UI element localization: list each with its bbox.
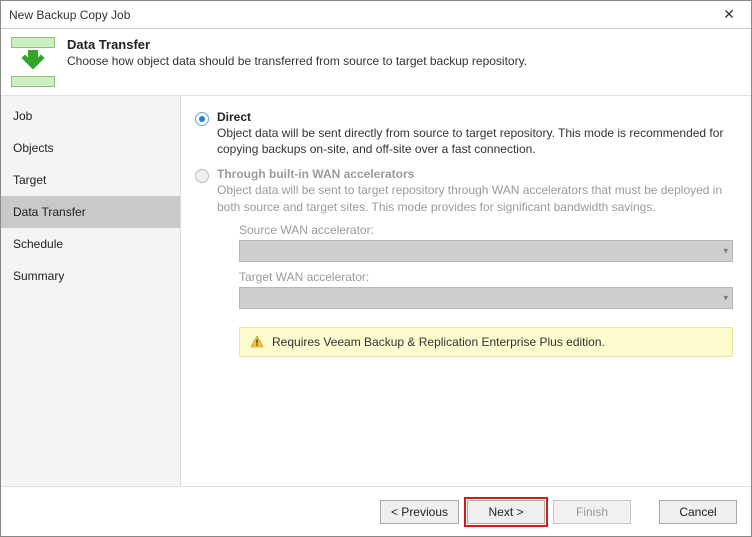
warning-icon	[250, 335, 264, 349]
option-direct[interactable]: Direct Object data will be sent directly…	[195, 110, 733, 157]
chevron-down-icon: ▾	[723, 245, 728, 256]
page-subtitle: Choose how object data should be transfe…	[67, 54, 527, 68]
step-job[interactable]: Job	[1, 100, 180, 132]
next-button[interactable]: Next >	[467, 500, 545, 524]
previous-button[interactable]: < Previous	[380, 500, 459, 524]
warning-text: Requires Veeam Backup & Replication Ente…	[272, 335, 605, 349]
option-direct-title: Direct	[217, 110, 733, 124]
page-title: Data Transfer	[67, 37, 527, 52]
option-wan: Through built-in WAN accelerators Object…	[195, 167, 733, 356]
source-wan-label: Source WAN accelerator:	[239, 223, 733, 237]
wizard-footer: < Previous Next > Finish Cancel	[1, 486, 751, 536]
finish-button: Finish	[553, 500, 631, 524]
target-wan-label: Target WAN accelerator:	[239, 270, 733, 284]
step-objects[interactable]: Objects	[1, 132, 180, 164]
step-summary[interactable]: Summary	[1, 260, 180, 292]
header-text: Data Transfer Choose how object data sho…	[67, 37, 527, 68]
wizard-header: Data Transfer Choose how object data sho…	[1, 29, 751, 95]
wizard-steps: Job Objects Target Data Transfer Schedul…	[1, 96, 181, 486]
content-pane: Direct Object data will be sent directly…	[181, 96, 751, 486]
close-icon[interactable]: ✕	[715, 5, 743, 25]
radio-direct[interactable]	[195, 112, 209, 126]
warning-banner: Requires Veeam Backup & Replication Ente…	[239, 327, 733, 357]
wizard-window: New Backup Copy Job ✕ Data Transfer Choo…	[0, 0, 752, 537]
source-wan-select: ▾	[239, 240, 733, 262]
titlebar: New Backup Copy Job ✕	[1, 1, 751, 29]
option-direct-desc: Object data will be sent directly from s…	[217, 125, 733, 157]
step-data-transfer[interactable]: Data Transfer	[1, 196, 180, 228]
cancel-button[interactable]: Cancel	[659, 500, 737, 524]
data-transfer-icon	[9, 37, 57, 87]
step-schedule[interactable]: Schedule	[1, 228, 180, 260]
radio-wan	[195, 169, 209, 183]
step-target[interactable]: Target	[1, 164, 180, 196]
window-title: New Backup Copy Job	[9, 8, 715, 22]
target-wan-select: ▾	[239, 287, 733, 309]
option-wan-desc: Object data will be sent to target repos…	[217, 182, 733, 214]
chevron-down-icon: ▾	[723, 292, 728, 303]
option-wan-title: Through built-in WAN accelerators	[217, 167, 733, 181]
